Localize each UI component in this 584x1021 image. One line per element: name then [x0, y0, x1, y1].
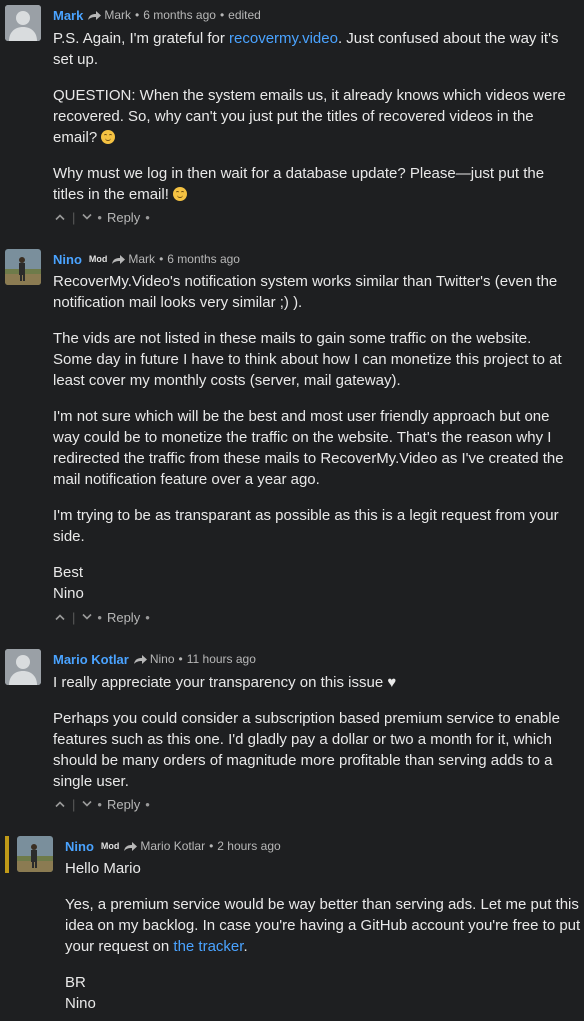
author-name[interactable]: Nino: [65, 839, 94, 854]
comment-header: Nino Mod Mark • 6 months ago: [53, 251, 240, 267]
new-comment-indicator: [5, 836, 9, 873]
reply-to-name[interactable]: Mark: [104, 8, 131, 22]
edited-label: edited: [228, 8, 261, 22]
paragraph: Yes, a premium service would be way bett…: [65, 896, 581, 955]
profile-photo-icon: [5, 249, 41, 285]
reply-arrow-icon: [87, 10, 102, 21]
comment-body: I really appreciate your transparency on…: [53, 672, 573, 792]
comment-actions: | • Reply •: [55, 208, 155, 226]
timestamp[interactable]: 6 months ago: [143, 8, 216, 22]
avatar[interactable]: [5, 5, 41, 41]
paragraph: RecoverMy.Video's notification system wo…: [53, 273, 558, 311]
author-name[interactable]: Nino: [53, 252, 82, 267]
comment-header: Mark Mark • 6 months ago • edited: [53, 7, 261, 23]
comment-actions: | • Reply •: [55, 608, 155, 626]
paragraph: P.S. Again, I'm grateful for recovermy.v…: [53, 30, 559, 68]
avatar[interactable]: [5, 649, 41, 685]
timestamp[interactable]: 2 hours ago: [217, 839, 280, 853]
profile-photo-icon: [17, 836, 53, 872]
paragraph: Perhaps you could consider a subscriptio…: [53, 710, 560, 790]
downvote-chevron-icon[interactable]: [82, 613, 92, 621]
default-avatar-icon: [5, 649, 41, 685]
reply-arrow-icon: [111, 254, 126, 265]
downvote-chevron-icon[interactable]: [82, 800, 92, 808]
paragraph: The vids are not listed in these mails t…: [53, 330, 562, 389]
author-name[interactable]: Mario Kotlar: [53, 652, 129, 667]
avatar[interactable]: [5, 249, 41, 285]
default-avatar-icon: [5, 5, 41, 41]
author-name[interactable]: Mark: [53, 8, 83, 23]
comment-header: Nino Mod Mario Kotlar • 2 hours ago: [65, 838, 281, 854]
upvote-chevron-icon[interactable]: [55, 213, 65, 221]
paragraph: QUESTION: When the system emails us, it …: [53, 87, 566, 146]
paragraph: Hello Mario: [65, 860, 141, 877]
downvote-chevron-icon[interactable]: [82, 213, 92, 221]
reply-button[interactable]: Reply: [107, 797, 140, 812]
reply-arrow-icon: [123, 841, 138, 852]
recovermy-video-link[interactable]: recovermy.video: [229, 30, 338, 47]
signoff-name: Nino: [53, 585, 84, 602]
timestamp[interactable]: 11 hours ago: [187, 652, 256, 666]
comment-body: RecoverMy.Video's notification system wo…: [53, 271, 573, 604]
upvote-chevron-icon[interactable]: [55, 613, 65, 621]
signoff-name: Nino: [65, 995, 96, 1012]
mod-badge: Mod: [88, 254, 108, 264]
signoff-line: Best: [53, 564, 84, 581]
timestamp[interactable]: 6 months ago: [167, 252, 240, 266]
tracker-link[interactable]: the tracker: [173, 938, 243, 955]
reply-to-name[interactable]: Nino: [150, 652, 175, 666]
reply-to-name[interactable]: Mark: [128, 252, 155, 266]
comment-body: Hello Mario Yes, a premium service would…: [65, 858, 581, 1014]
comment-actions: | • Reply •: [55, 795, 155, 813]
comment-body: P.S. Again, I'm grateful for recovermy.v…: [53, 28, 573, 205]
smiley-emoji-icon: [101, 130, 116, 144]
paragraph: I really appreciate your transparency on…: [53, 674, 397, 691]
paragraph: I'm trying to be as transparant as possi…: [53, 507, 559, 545]
reply-button[interactable]: Reply: [107, 610, 140, 625]
reply-to-name[interactable]: Mario Kotlar: [140, 839, 205, 853]
reply-arrow-icon: [133, 654, 148, 665]
paragraph: I'm not sure which will be the best and …: [53, 408, 564, 488]
smiley-emoji-icon: [173, 187, 188, 201]
upvote-chevron-icon[interactable]: [55, 800, 65, 808]
paragraph: Why must we log in then wait for a datab…: [53, 165, 545, 203]
mod-badge: Mod: [100, 841, 120, 851]
avatar[interactable]: [17, 836, 53, 872]
comment-header: Mario Kotlar Nino • 11 hours ago: [53, 651, 256, 667]
signoff-line: BR: [65, 974, 86, 991]
reply-button[interactable]: Reply: [107, 210, 140, 225]
